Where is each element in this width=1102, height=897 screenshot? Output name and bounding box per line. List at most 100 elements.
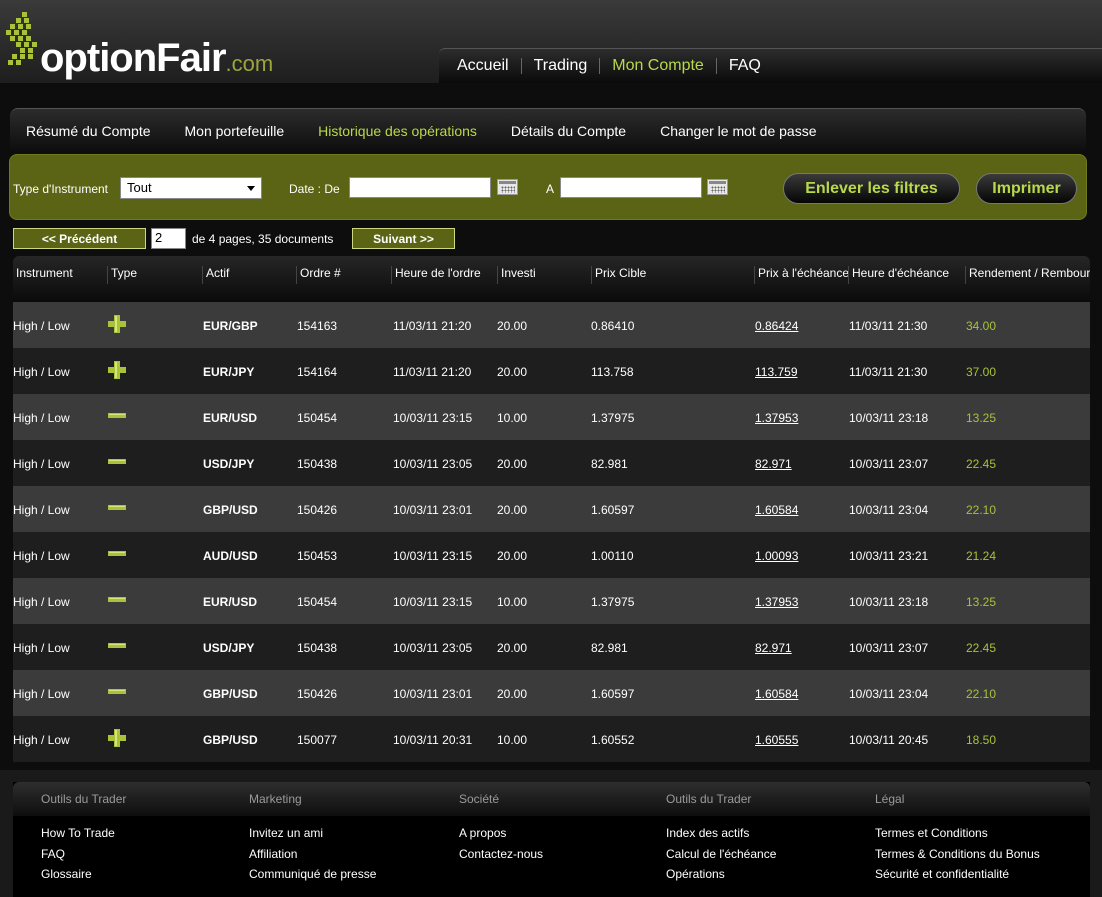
- footer-link[interactable]: A propos: [459, 826, 506, 840]
- cell-heure-ordre: 11/03/11 21:20: [393, 365, 472, 379]
- cell-heure-echeance: 10/03/11 23:04: [849, 687, 929, 701]
- date-to-label: A: [546, 182, 555, 196]
- tab-portefeuille[interactable]: Mon portefeuille: [168, 123, 302, 139]
- footer-link[interactable]: Glossaire: [41, 867, 92, 881]
- logo-suffix: .com: [225, 51, 274, 76]
- cell-prix-echeance[interactable]: 113.759: [755, 365, 798, 379]
- s-logo-mark-icon: [6, 12, 37, 65]
- cell-heure-ordre: 10/03/11 23:05: [393, 457, 473, 471]
- footer-link[interactable]: Termes et Conditions: [875, 826, 988, 840]
- top-nav: Accueil Trading Mon Compte FAQ: [439, 48, 1102, 83]
- cell-rendement: 37.00: [966, 365, 997, 379]
- tab-changer-mot-de-passe[interactable]: Changer le mot de passe: [643, 123, 833, 139]
- cell-prix-cible: 82.981: [591, 457, 628, 471]
- table-row: High / Low EUR/USD 150454 10/03/11 23:15 10.…: [13, 394, 1090, 440]
- date-to-input[interactable]: [560, 177, 702, 198]
- minus-icon: [108, 643, 126, 648]
- cell-prix-echeance[interactable]: 1.37953: [755, 595, 798, 609]
- footer-link[interactable]: Affiliation: [249, 847, 297, 861]
- cell-prix-cible: 1.00110: [591, 549, 634, 563]
- cell-heure-ordre: 10/03/11 23:15: [393, 595, 473, 609]
- footer-link[interactable]: Termes & Conditions du Bonus: [875, 847, 1040, 861]
- nav-mon-compte[interactable]: Mon Compte: [600, 57, 716, 75]
- cell-investi: 20.00: [497, 365, 528, 379]
- cell-instrument: High / Low: [13, 687, 70, 701]
- col-prix-cible: Prix Cible: [591, 266, 754, 284]
- cell-prix-echeance[interactable]: 0.86424: [755, 319, 798, 333]
- cell-instrument: High / Low: [13, 365, 70, 379]
- cell-rendement: 22.10: [966, 503, 997, 517]
- date-from-input[interactable]: [349, 177, 491, 198]
- footer-link[interactable]: Invitez un ami: [249, 826, 323, 840]
- cell-prix-cible: 1.60552: [591, 733, 635, 747]
- footer-panel: Outils du Trader Marketing Société Outils d…: [13, 782, 1090, 897]
- table-row: High / Low GBP/USD 150426 10/03/11 23:01 20.…: [13, 486, 1090, 532]
- footer-link[interactable]: Contactez-nous: [459, 847, 543, 861]
- cell-ordre: 150426: [297, 503, 338, 517]
- tab-details-compte[interactable]: Détails du Compte: [494, 123, 643, 139]
- footer-link[interactable]: Sécurité et confidentialité: [875, 867, 1009, 881]
- cell-instrument: High / Low: [13, 503, 70, 517]
- col-heure-ordre: Heure de l'ordre: [391, 266, 497, 284]
- cell-instrument: High / Low: [13, 595, 70, 609]
- col-instrument: Instrument: [16, 266, 73, 280]
- plus-icon: [108, 315, 126, 333]
- footer-link[interactable]: FAQ: [41, 847, 65, 861]
- col-investi: Investi: [497, 266, 591, 284]
- footer-link[interactable]: Opérations: [666, 867, 725, 881]
- footer-link[interactable]: Calcul de l'échéance: [666, 847, 776, 861]
- footer-column-title: Légal: [875, 792, 905, 806]
- cell-heure-echeance: 10/03/11 23:18: [849, 595, 929, 609]
- footer-link[interactable]: How To Trade: [41, 826, 115, 840]
- cell-ordre: 150454: [297, 595, 338, 609]
- clear-filters-button[interactable]: Enlever les filtres: [783, 173, 960, 204]
- footer-link[interactable]: Index des actifs: [666, 826, 749, 840]
- calendar-icon[interactable]: [497, 179, 518, 195]
- cell-rendement: 34.00: [966, 319, 997, 333]
- page-number-input[interactable]: 2: [151, 228, 186, 249]
- cell-ordre: 154163: [297, 319, 338, 333]
- cell-investi: 20.00: [497, 549, 528, 563]
- cell-prix-cible: 1.60597: [591, 687, 635, 701]
- table-header: Instrument Type Actif Ordre # Heure de l…: [13, 256, 1090, 302]
- print-button[interactable]: Imprimer: [976, 173, 1077, 204]
- footer-link[interactable]: Communiqué de presse: [249, 867, 376, 881]
- col-actif: Actif: [202, 266, 296, 284]
- col-prix-echeance: Prix à l'échéance: [754, 266, 848, 284]
- tab-resume-compte[interactable]: Résumé du Compte: [10, 123, 168, 139]
- cell-ordre: 150426: [297, 687, 338, 701]
- tab-historique[interactable]: Historique des opérations: [301, 123, 494, 139]
- cell-heure-ordre: 10/03/11 23:15: [393, 549, 473, 563]
- instrument-type-select[interactable]: Tout: [120, 177, 262, 199]
- table-row: High / Low USD/JPY 150438 10/03/11 23:05 20.…: [13, 440, 1090, 486]
- cell-prix-cible: 1.60597: [591, 503, 635, 517]
- next-page-button[interactable]: Suivant >>: [352, 228, 455, 249]
- optionfair-logo[interactable]: optionFair.com: [4, 10, 294, 80]
- cell-prix-echeance[interactable]: 1.60584: [755, 687, 798, 701]
- calendar-icon[interactable]: [707, 179, 728, 195]
- page-info-text: de 4 pages, 35 documents: [192, 232, 334, 246]
- cell-heure-ordre: 10/03/11 23:05: [393, 641, 473, 655]
- nav-trading[interactable]: Trading: [522, 57, 600, 75]
- site-footer: Outils du Trader Marketing Société Outils d…: [0, 770, 1102, 897]
- cell-rendement: 13.25: [966, 595, 997, 609]
- cell-investi: 20.00: [497, 687, 528, 701]
- minus-icon: [108, 413, 126, 418]
- cell-heure-echeance: 10/03/11 23:07: [849, 641, 929, 655]
- cell-heure-ordre: 10/03/11 23:01: [393, 687, 473, 701]
- cell-actif: EUR/USD: [203, 595, 258, 609]
- cell-prix-echeance[interactable]: 82.971: [755, 457, 792, 471]
- cell-prix-echeance[interactable]: 82.971: [755, 641, 792, 655]
- nav-accueil[interactable]: Accueil: [445, 57, 521, 75]
- cell-actif: EUR/GBP: [203, 319, 258, 333]
- cell-heure-echeance: 10/03/11 23:04: [849, 503, 929, 517]
- cell-prix-cible: 1.37975: [591, 595, 635, 609]
- cell-prix-echeance[interactable]: 1.60584: [755, 503, 798, 517]
- minus-icon: [108, 505, 126, 510]
- prev-page-button[interactable]: << Précédent: [13, 228, 146, 249]
- nav-faq[interactable]: FAQ: [717, 57, 773, 75]
- cell-prix-echeance[interactable]: 1.00093: [755, 549, 798, 563]
- cell-prix-echeance[interactable]: 1.60555: [755, 733, 798, 747]
- logo-wordmark: optionFair.com: [40, 36, 273, 81]
- cell-prix-echeance[interactable]: 1.37953: [755, 411, 798, 425]
